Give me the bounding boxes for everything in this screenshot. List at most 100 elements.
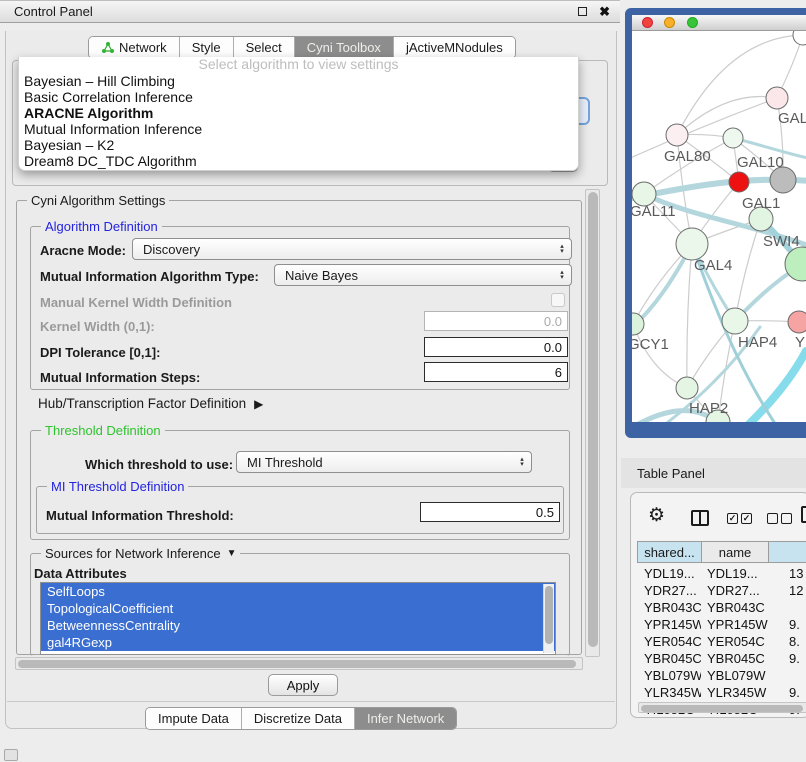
clipped-toolbar-icon[interactable]: [801, 506, 806, 523]
zoom-traffic-light[interactable]: [687, 17, 698, 28]
table-cell[interactable]: 9.: [768, 685, 806, 700]
panel-grip[interactable]: [4, 749, 18, 761]
checked-checkbox-icon[interactable]: ✓: [741, 513, 752, 524]
node-GAL2[interactable]: [766, 87, 788, 109]
node-Y[interactable]: [788, 311, 806, 333]
algorithm-option[interactable]: Bayesian – K2: [19, 137, 578, 153]
table-cell[interactable]: YLR345W: [701, 685, 768, 700]
table-cell[interactable]: 9.: [768, 617, 806, 632]
table-row[interactable]: YLR345WYLR345W9.: [637, 684, 806, 701]
node-GAL80[interactable]: [666, 124, 688, 146]
algorithm-option[interactable]: Bayesian – Hill Climbing: [19, 73, 578, 89]
table-horizontal-scrollbar[interactable]: [638, 702, 806, 713]
gear-icon[interactable]: ⚙: [648, 506, 665, 525]
data-attribute-item[interactable]: SelfLoops: [41, 583, 555, 600]
table-row[interactable]: YDR27...YDR27...12: [637, 582, 806, 599]
network-view-window[interactable]: GAL2GAL80GAL10GAL1GAL11SWI4GAL4GCY1HAP4Y…: [625, 8, 806, 438]
aracne-mode-combo[interactable]: Discovery ▴▾: [132, 238, 572, 260]
tab-infer-network[interactable]: Infer Network: [355, 708, 456, 729]
mi-threshold-input[interactable]: [420, 502, 560, 522]
algorithm-option[interactable]: Dream8 DC_TDC Algorithm: [19, 153, 578, 169]
mi-algorithm-type-combo[interactable]: Naive Bayes ▴▾: [274, 264, 572, 286]
data-attribute-item[interactable]: TopologicalCoefficient: [41, 600, 555, 617]
table-row[interactable]: YDL19...YDL19...13: [637, 565, 806, 582]
tab-network[interactable]: Network: [89, 37, 180, 58]
table-cell[interactable]: YDL19...: [701, 566, 768, 581]
mi-steps-input[interactable]: [424, 362, 568, 382]
table-cell[interactable]: 8.: [768, 634, 806, 649]
table-cell[interactable]: YLR345W: [637, 685, 701, 700]
tab-discretize-data[interactable]: Discretize Data: [242, 708, 355, 729]
table-cell[interactable]: 12: [768, 583, 806, 598]
float-window-icon[interactable]: [578, 7, 587, 16]
algorithm-option[interactable]: Basic Correlation Inference: [19, 89, 578, 105]
settings-vertical-thumb[interactable]: [588, 192, 598, 647]
hub-definition-toggle[interactable]: Hub/Transcription Factor Definition ▶: [38, 396, 263, 411]
network-edge[interactable]: [633, 324, 687, 388]
column-header-name[interactable]: name: [702, 542, 769, 562]
data-attribute-item[interactable]: gal4RGexp: [41, 634, 555, 651]
table-cell[interactable]: YBR043C: [701, 600, 768, 615]
column-header-shared-name[interactable]: shared...: [638, 542, 702, 562]
table-cell[interactable]: YBL079W: [637, 668, 701, 683]
tab-jactivemnodules[interactable]: jActiveMNodules: [394, 37, 515, 58]
table-cell[interactable]: YER054C: [701, 634, 768, 649]
table-cell[interactable]: YBR043C: [637, 600, 701, 615]
checked-checkbox-icon[interactable]: ✓: [727, 513, 738, 524]
network-node[interactable]: [793, 31, 806, 45]
network-edge[interactable]: [677, 97, 777, 135]
column-header-clipped[interactable]: [769, 542, 806, 562]
minimize-traffic-light[interactable]: [664, 17, 675, 28]
table-cell[interactable]: 13: [768, 566, 806, 581]
network-window-titlebar[interactable]: [632, 15, 806, 31]
node-GAL4[interactable]: [676, 228, 708, 260]
node-GAL10[interactable]: [723, 128, 743, 148]
table-row[interactable]: YPR145WYPR145W9.: [637, 616, 806, 633]
table-cell[interactable]: YER054C: [637, 634, 701, 649]
tab-cyni-toolbox[interactable]: Cyni Toolbox: [295, 37, 394, 58]
apply-button[interactable]: Apply: [268, 674, 338, 696]
network-canvas[interactable]: GAL2GAL80GAL10GAL1GAL11SWI4GAL4GCY1HAP4Y…: [632, 31, 806, 422]
algorithm-option[interactable]: Mutual Information Inference: [19, 121, 578, 137]
network-edge[interactable]: [687, 244, 692, 388]
table-row[interactable]: YER054CYER054C8.: [637, 633, 806, 650]
table-cell[interactable]: YPR145W: [637, 617, 701, 632]
table-cell[interactable]: YDR27...: [701, 583, 768, 598]
table-cell[interactable]: YPR145W: [701, 617, 768, 632]
table-cell[interactable]: YDL19...: [637, 566, 701, 581]
settings-vertical-scrollbar[interactable]: [585, 189, 600, 657]
node-HAP4[interactable]: [722, 308, 748, 334]
data-attribute-item[interactable]: BetweennessCentrality: [41, 617, 555, 634]
table-row[interactable]: YBL079WYBL079W: [637, 667, 806, 684]
table-cell[interactable]: YBR045C: [637, 651, 701, 666]
tab-impute-data[interactable]: Impute Data: [146, 708, 242, 729]
node-GAL1[interactable]: [729, 172, 749, 192]
table-cell[interactable]: YBR045C: [701, 651, 768, 666]
sources-group-title[interactable]: Sources for Network Inference ▼: [41, 546, 240, 561]
close-traffic-light[interactable]: [642, 17, 653, 28]
node-HAP2[interactable]: [676, 377, 698, 399]
split-columns-icon[interactable]: [691, 510, 709, 526]
table-horizontal-thumb[interactable]: [641, 705, 803, 712]
data-attributes-list[interactable]: SelfLoopsTopologicalCoefficientBetweenne…: [40, 582, 556, 655]
tab-select[interactable]: Select: [234, 37, 295, 58]
table-row[interactable]: YBR043CYBR043C: [637, 599, 806, 616]
close-icon[interactable]: ✖: [599, 5, 610, 18]
kernel-width-input[interactable]: [424, 311, 568, 331]
list-scrollbar-thumb[interactable]: [545, 586, 553, 644]
table-row[interactable]: YBR045CYBR045C9.: [637, 650, 806, 667]
table-header-row: shared... name: [637, 541, 806, 563]
table-cell[interactable]: 9.: [768, 651, 806, 666]
settings-horizontal-thumb[interactable]: [18, 660, 576, 668]
algorithm-option[interactable]: ARACNE Algorithm: [19, 105, 578, 121]
manual-kernel-checkbox[interactable]: [551, 293, 565, 307]
list-scrollbar[interactable]: [543, 584, 554, 653]
table-cell[interactable]: YBL079W: [701, 668, 768, 683]
which-threshold-combo[interactable]: MI Threshold ▴▾: [236, 451, 532, 473]
settings-horizontal-scrollbar[interactable]: [15, 657, 583, 670]
tab-style[interactable]: Style: [180, 37, 234, 58]
table-cell[interactable]: YDR27...: [637, 583, 701, 598]
unchecked-checkbox-icon[interactable]: [767, 513, 778, 524]
unchecked-checkbox-icon[interactable]: [781, 513, 792, 524]
dpi-tolerance-input[interactable]: [424, 337, 568, 357]
